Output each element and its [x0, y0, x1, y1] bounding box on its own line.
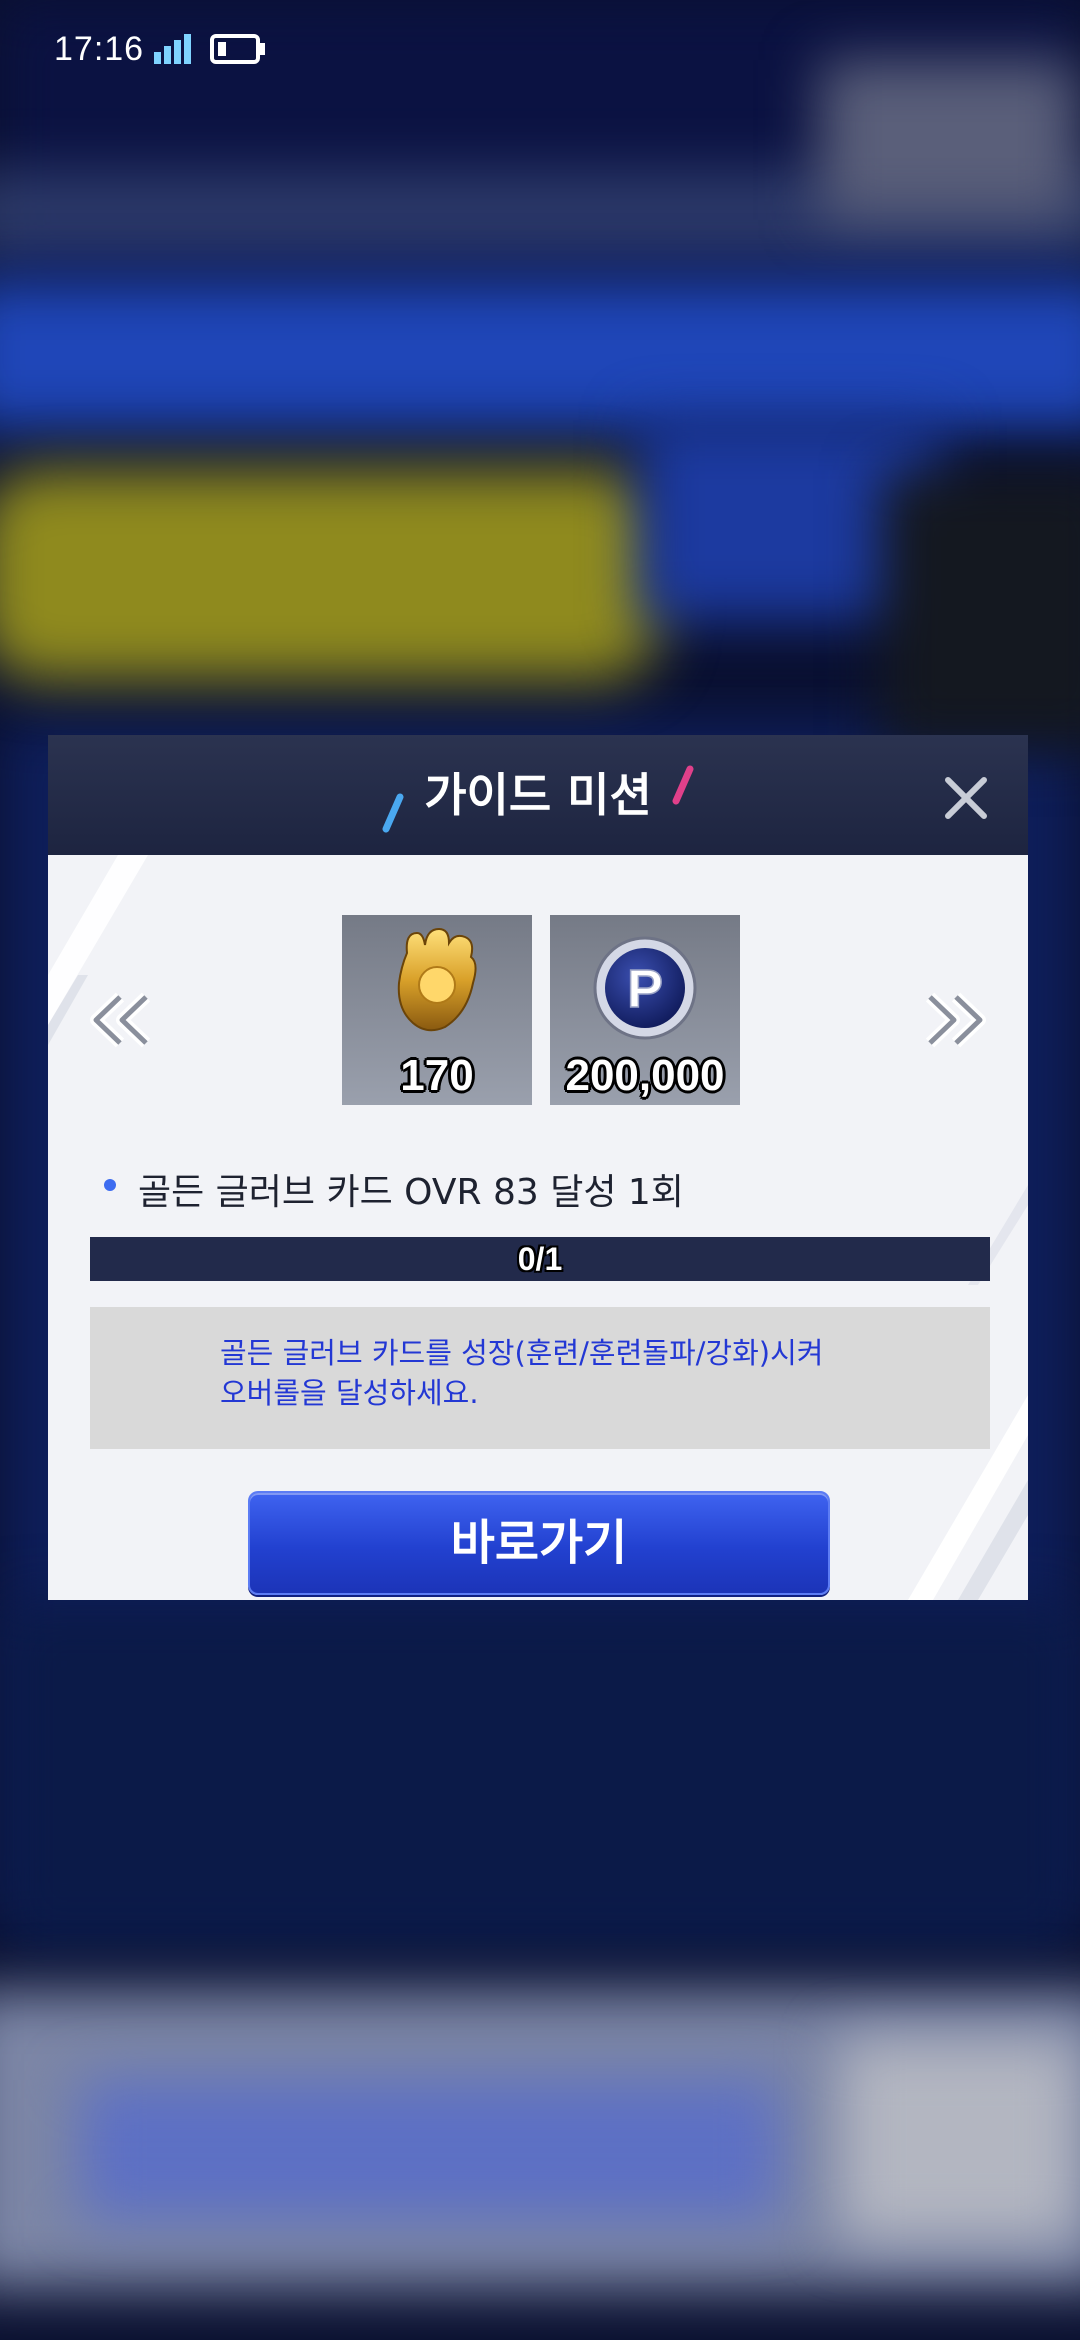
- pink-slash-decoration: [672, 765, 694, 805]
- go-shortcut-button[interactable]: 바로가기: [248, 1491, 830, 1595]
- dialog-header: 가이드 미션: [48, 735, 1028, 855]
- bullet-icon: [104, 1179, 116, 1191]
- mission-progress-bar: 0/1: [90, 1237, 990, 1281]
- reward-golden-glove[interactable]: 170: [342, 915, 532, 1105]
- signal-icon: [154, 34, 191, 64]
- mission-description: 골든 글러브 카드를 성장(훈련/훈련돌파/강화)시켜 오버롤을 달성하세요.: [220, 1336, 824, 1410]
- reward-points[interactable]: P 200,000: [550, 915, 740, 1105]
- mission-text: 골든 글러브 카드 OVR 83 달성 1회: [138, 1172, 684, 1213]
- progress-text: 0/1: [517, 1241, 563, 1277]
- status-bar: 17:16: [0, 0, 1080, 100]
- reward-count: 200,000: [565, 1051, 725, 1100]
- dialog-title: 가이드 미션: [424, 768, 652, 822]
- guide-mission-dialog: 가이드 미션 170 P 200,000 골든 글러브 카드 OVR 83 달성…: [48, 735, 1028, 1600]
- diagonal-stripes-decoration: [48, 855, 1028, 1600]
- reward-count: 170: [400, 1051, 474, 1100]
- svg-text:P: P: [627, 959, 663, 1019]
- go-button-label: 바로가기: [450, 1515, 628, 1571]
- close-icon[interactable]: [938, 770, 994, 826]
- previous-arrow-icon[interactable]: [86, 985, 156, 1055]
- dialog-body: 170 P 200,000 골든 글러브 카드 OVR 83 달성 1회 0/1…: [48, 855, 1028, 1600]
- golden-glove-icon: [397, 927, 477, 1032]
- mission-item: 골든 글러브 카드 OVR 83 달성 1회: [98, 1155, 998, 1215]
- status-time: 17:16: [54, 30, 145, 68]
- point-coin-icon: P: [593, 936, 697, 1040]
- battery-icon: [210, 34, 265, 64]
- mission-description-box: 골든 글러브 카드를 성장(훈련/훈련돌파/강화)시켜 오버롤을 달성하세요.: [90, 1307, 990, 1449]
- next-arrow-icon[interactable]: [920, 985, 990, 1055]
